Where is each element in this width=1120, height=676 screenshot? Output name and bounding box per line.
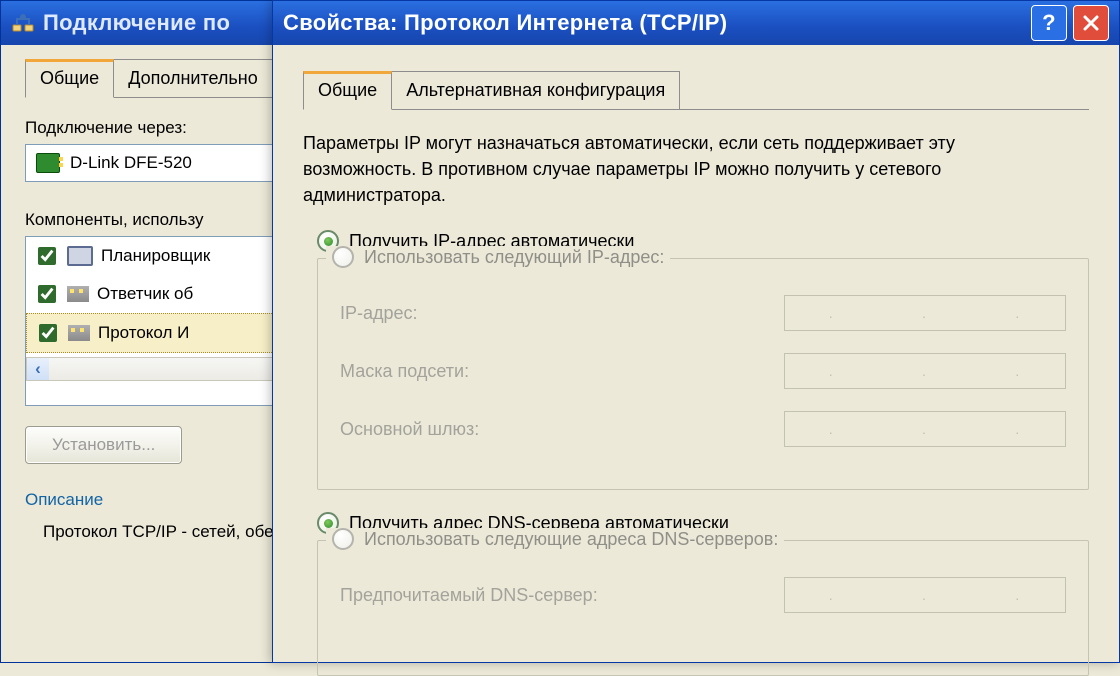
dns-manual-group: Использовать следующие адреса DNS-сервер… xyxy=(317,540,1089,676)
responder-icon xyxy=(67,286,89,302)
radio-ip-manual[interactable]: Использовать следующий IP-адрес: xyxy=(326,246,670,268)
field-label: IP-адрес: xyxy=(340,303,418,324)
radio-off-icon xyxy=(332,528,354,550)
component-checkbox[interactable] xyxy=(38,247,56,265)
radio-label: Использовать следующий IP-адрес: xyxy=(364,247,664,268)
front-tabs: Общие Альтернативная конфигурация xyxy=(303,71,1089,110)
component-label: Протокол И xyxy=(98,323,189,343)
subnet-mask-input[interactable]: ... xyxy=(784,353,1066,389)
radio-dns-manual[interactable]: Использовать следующие адреса DNS-сервер… xyxy=(326,528,784,550)
field-subnet-mask: Маска подсети: ... xyxy=(340,353,1066,389)
component-label: Ответчик об xyxy=(97,284,193,304)
radio-off-icon xyxy=(332,246,354,268)
field-label: Предпочитаемый DNS-сервер: xyxy=(340,585,598,606)
field-preferred-dns: Предпочитаемый DNS-сервер: ... xyxy=(340,577,1066,613)
front-titlebar[interactable]: Свойства: Протокол Интернета (TCP/IP) ? xyxy=(273,1,1119,45)
network-card-icon xyxy=(36,153,60,173)
ip-manual-group: Использовать следующий IP-адрес: IP-адре… xyxy=(317,258,1089,490)
adapter-name: D-Link DFE-520 xyxy=(70,153,192,173)
scroll-left-arrow-icon[interactable]: ‹ xyxy=(27,358,49,380)
tcpip-properties-window: Свойства: Протокол Интернета (TCP/IP) ? … xyxy=(272,0,1120,663)
tab-alternative-config[interactable]: Альтернативная конфигурация xyxy=(391,71,680,109)
field-ip-address: IP-адрес: ... xyxy=(340,295,1066,331)
component-label: Планировщик xyxy=(101,246,210,266)
ip-info-text: Параметры IP могут назначаться автоматич… xyxy=(303,130,1023,208)
field-label: Маска подсети: xyxy=(340,361,469,382)
preferred-dns-input[interactable]: ... xyxy=(784,577,1066,613)
tab-general-front[interactable]: Общие xyxy=(303,71,392,110)
field-default-gateway: Основной шлюз: ... xyxy=(340,411,1066,447)
scheduler-icon xyxy=(67,246,93,266)
component-checkbox[interactable] xyxy=(39,324,57,342)
connection-icon xyxy=(11,11,35,35)
gateway-input[interactable]: ... xyxy=(784,411,1066,447)
front-client-area: Общие Альтернативная конфигурация Параме… xyxy=(273,45,1119,676)
field-label: Основной шлюз: xyxy=(340,419,479,440)
tab-general-back[interactable]: Общие xyxy=(25,59,114,98)
ip-address-input[interactable]: ... xyxy=(784,295,1066,331)
component-checkbox[interactable] xyxy=(38,285,56,303)
tab-extra-back[interactable]: Дополнительно xyxy=(113,59,273,97)
radio-label: Использовать следующие адреса DNS-сервер… xyxy=(364,529,778,550)
install-button[interactable]: Установить... xyxy=(25,426,182,464)
close-button[interactable] xyxy=(1073,5,1109,41)
front-window-title: Свойства: Протокол Интернета (TCP/IP) xyxy=(283,10,1025,36)
protocol-icon xyxy=(68,325,90,341)
help-button[interactable]: ? xyxy=(1031,5,1067,41)
